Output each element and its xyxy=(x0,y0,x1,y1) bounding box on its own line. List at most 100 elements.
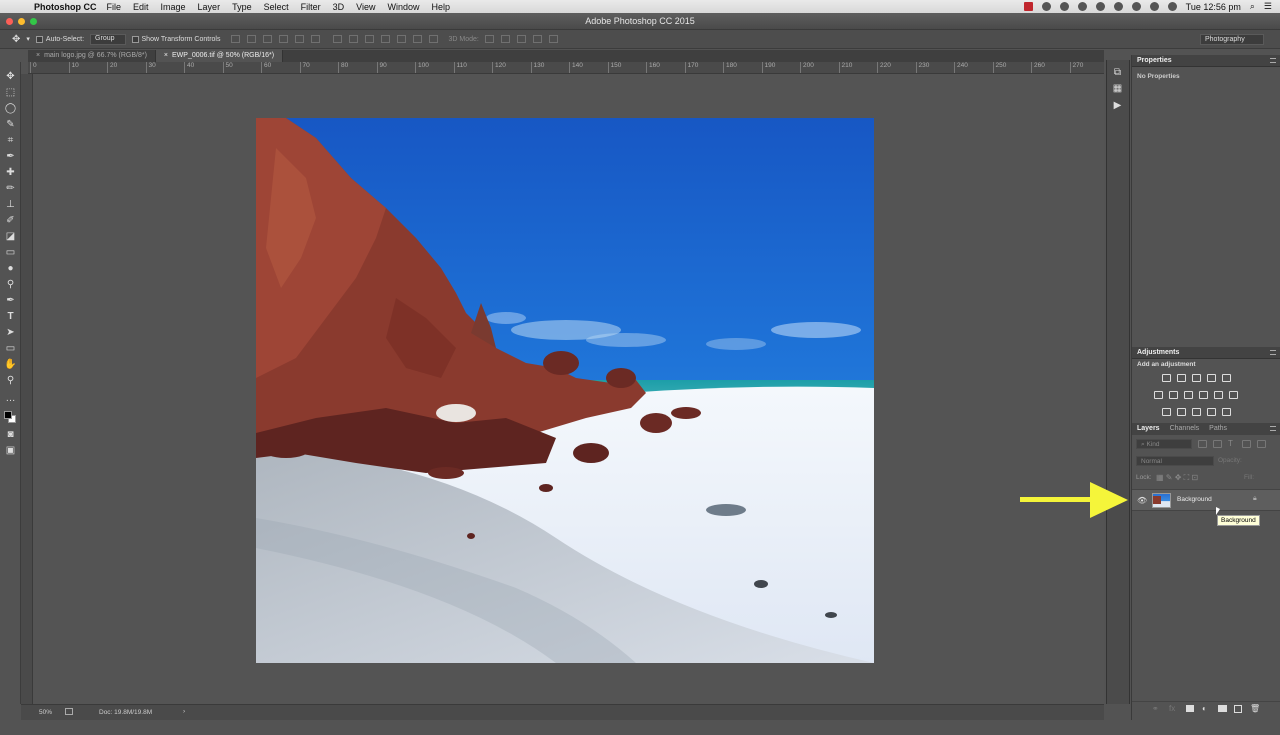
vibrance-icon[interactable] xyxy=(1222,374,1231,382)
menu-layer[interactable]: Layer xyxy=(198,2,221,12)
close-tab-icon[interactable]: × xyxy=(36,52,40,59)
app-menu[interactable]: Photoshop CC xyxy=(34,2,97,12)
color-lookup-icon[interactable] xyxy=(1229,391,1238,399)
crop-tool-icon[interactable]: ⌗ xyxy=(4,134,17,147)
history-panel-icon[interactable]: ⧉ xyxy=(1111,66,1124,79)
distribute-right-icon[interactable] xyxy=(412,35,422,43)
adjustments-panel-header[interactable]: Adjustments xyxy=(1132,347,1280,359)
channel-mixer-icon[interactable] xyxy=(1214,391,1223,399)
posterize-icon[interactable] xyxy=(1177,408,1186,416)
path-selection-tool-icon[interactable]: ➤ xyxy=(4,326,17,339)
marquee-tool-icon[interactable]: ⬚ xyxy=(4,86,17,99)
export-icon[interactable] xyxy=(65,708,73,715)
layer-name[interactable]: Background xyxy=(1177,496,1212,503)
distribute-bottom-icon[interactable] xyxy=(364,35,374,43)
transform-controls-checkbox[interactable]: Show Transform Controls xyxy=(131,35,221,43)
screen-mode-icon[interactable]: ▣ xyxy=(4,444,17,457)
tab-paths[interactable]: Paths xyxy=(1204,423,1232,435)
dropbox-icon[interactable] xyxy=(1041,2,1051,11)
tab-ewp-0006[interactable]: × EWP_0006.tif @ 50% (RGB/16*) xyxy=(155,50,284,62)
brush-tool-icon[interactable]: ✏ xyxy=(4,182,17,195)
auto-select-checkbox[interactable]: Auto-Select: xyxy=(35,35,84,43)
filter-pixel-icon[interactable] xyxy=(1198,440,1207,448)
foreground-color-swatch[interactable] xyxy=(4,411,12,419)
new-group-icon[interactable] xyxy=(1218,705,1227,712)
adjustment-layer-icon[interactable]: ◐ xyxy=(1202,704,1207,713)
panel-menu-icon[interactable] xyxy=(1270,58,1276,63)
status-menu-arrow-icon[interactable]: › xyxy=(183,708,185,715)
3d-roll-icon[interactable] xyxy=(500,35,510,43)
rectangle-tool-icon[interactable]: ▭ xyxy=(4,342,17,355)
align-left-icon[interactable] xyxy=(278,35,288,43)
layer-filter-kind[interactable]: ⌕ Kind xyxy=(1136,439,1192,449)
zoom-level[interactable]: 50% xyxy=(39,709,52,716)
workspace-switcher[interactable]: Photography xyxy=(1200,34,1264,45)
color-balance-icon[interactable] xyxy=(1169,391,1178,399)
distribute-vcenter-icon[interactable] xyxy=(348,35,358,43)
document-image[interactable] xyxy=(256,118,874,663)
curves-icon[interactable] xyxy=(1192,374,1201,382)
delete-layer-icon[interactable]: 🗑︎ xyxy=(1250,704,1260,713)
quick-select-tool-icon[interactable]: ✎ xyxy=(4,118,17,131)
menu-file[interactable]: File xyxy=(107,2,122,12)
auto-select-dropdown[interactable]: Group xyxy=(90,33,126,45)
menu-3d[interactable]: 3D xyxy=(333,2,345,12)
3d-slide-icon[interactable] xyxy=(532,35,542,43)
menu-view[interactable]: View xyxy=(356,2,375,12)
status-icon[interactable] xyxy=(1059,2,1069,11)
lock-icons[interactable]: ▦ ✎ ✥ ⛶ ⊡ xyxy=(1156,473,1198,483)
actions-play-icon[interactable]: ▶ xyxy=(1111,99,1124,112)
menu-help[interactable]: Help xyxy=(431,2,450,12)
color-swatches[interactable] xyxy=(3,410,17,424)
align-top-icon[interactable] xyxy=(230,35,240,43)
close-tab-icon[interactable]: × xyxy=(164,52,168,59)
3d-rotate-icon[interactable] xyxy=(484,35,494,43)
menu-image[interactable]: Image xyxy=(161,2,186,12)
black-white-icon[interactable] xyxy=(1184,391,1193,399)
minimize-window-button[interactable] xyxy=(18,18,25,25)
align-bottom-icon[interactable] xyxy=(262,35,272,43)
new-layer-icon[interactable] xyxy=(1234,705,1242,713)
status-icon[interactable] xyxy=(1095,2,1105,11)
status-app-icon[interactable] xyxy=(1023,2,1033,11)
notifications-icon[interactable]: ☰ xyxy=(1264,1,1272,12)
properties-panel-header[interactable]: Properties xyxy=(1132,55,1280,67)
move-tool-icon[interactable]: ✥ xyxy=(12,34,20,45)
visibility-eye-icon[interactable]: 👁 xyxy=(1137,496,1147,505)
panel-menu-icon[interactable] xyxy=(1270,350,1276,355)
distribute-left-icon[interactable] xyxy=(380,35,390,43)
wifi-icon[interactable] xyxy=(1149,2,1159,11)
gradient-map-icon[interactable] xyxy=(1207,408,1216,416)
distribute-hcenter-icon[interactable] xyxy=(396,35,406,43)
tab-main-logo[interactable]: × main logo.jpg @ 66.7% (RGB/8*) xyxy=(28,50,156,62)
gradient-tool-icon[interactable]: ▭ xyxy=(4,246,17,259)
panel-menu-icon[interactable] xyxy=(1270,426,1276,431)
menu-select[interactable]: Select xyxy=(264,2,289,12)
eraser-tool-icon[interactable]: ◪ xyxy=(4,230,17,243)
link-layers-icon[interactable]: ⚭ xyxy=(1152,704,1159,713)
exposure-icon[interactable] xyxy=(1207,374,1216,382)
dodge-tool-icon[interactable]: ⚲ xyxy=(4,278,17,291)
lasso-tool-icon[interactable]: ◯ xyxy=(4,102,17,115)
menu-edit[interactable]: Edit xyxy=(133,2,149,12)
levels-icon[interactable] xyxy=(1177,374,1186,382)
pen-tool-icon[interactable]: ✒ xyxy=(4,294,17,307)
blend-mode-dropdown[interactable]: Normal xyxy=(1136,456,1214,466)
close-window-button[interactable] xyxy=(6,18,13,25)
threshold-icon[interactable] xyxy=(1192,408,1201,416)
more-tools-icon[interactable]: … xyxy=(4,392,17,405)
tool-preset-dropdown[interactable]: ▾ xyxy=(26,35,30,43)
3d-scale-icon[interactable] xyxy=(548,35,558,43)
volume-icon[interactable] xyxy=(1167,2,1177,11)
align-hcenter-icon[interactable] xyxy=(294,35,304,43)
layer-row-background[interactable]: 👁 Background 🔒︎ xyxy=(1132,489,1280,511)
status-icon[interactable] xyxy=(1077,2,1087,11)
filter-shape-icon[interactable] xyxy=(1242,440,1251,448)
brush-presets-icon[interactable]: ▦ xyxy=(1111,82,1124,95)
menu-filter[interactable]: Filter xyxy=(301,2,321,12)
photo-filter-icon[interactable] xyxy=(1199,391,1208,399)
hue-saturation-icon[interactable] xyxy=(1154,391,1163,399)
bluetooth-icon[interactable] xyxy=(1131,2,1141,11)
fx-icon[interactable]: fx xyxy=(1169,704,1175,713)
3d-drag-icon[interactable] xyxy=(516,35,526,43)
